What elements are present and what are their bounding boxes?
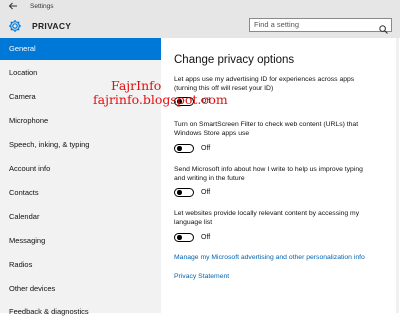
toggle-state-label: Off <box>201 145 211 152</box>
toggle-knob <box>177 190 182 195</box>
setting-typing-info-description: Send Microsoft info about how I write to… <box>174 165 396 183</box>
window-title: Settings <box>30 3 54 10</box>
setting-line: and writing in the future <box>174 175 245 182</box>
search-placeholder: Find a setting <box>254 20 300 29</box>
sidebar-item-contacts[interactable]: Contacts <box>0 182 161 204</box>
setting-advertising-id-description: Let apps use my advertising ID for exper… <box>174 75 396 93</box>
sidebar-item-general[interactable]: General <box>0 38 161 60</box>
sidebar-item-feedback[interactable]: Feedback & diagnostics <box>0 301 161 323</box>
watermark-url: fajrinfo.blogspot.com <box>93 92 228 107</box>
main-content: Change privacy options Let apps use my a… <box>161 38 400 313</box>
section-title: Change privacy options <box>174 54 295 66</box>
setting-line: Send Microsoft info about how I write to… <box>174 166 363 173</box>
sidebar-item-account-info[interactable]: Account info <box>0 158 161 180</box>
sidebar-item-messaging[interactable]: Messaging <box>0 230 161 252</box>
language-list-toggle[interactable] <box>174 233 194 242</box>
page-header: PRIVACY Find a setting <box>0 14 400 38</box>
search-input[interactable]: Find a setting <box>249 18 392 34</box>
setting-language-list-description: Let websites provide locally relevant co… <box>174 209 396 227</box>
setting-line: Turn on SmartScreen Filter to check web … <box>174 121 359 128</box>
back-arrow-icon[interactable] <box>8 1 20 12</box>
toggle-knob <box>177 146 182 151</box>
sidebar-item-calendar[interactable]: Calendar <box>0 206 161 228</box>
watermark-title: FajrInfo <box>111 78 162 93</box>
setting-line: Let websites provide locally relevant co… <box>174 210 360 217</box>
setting-smartscreen-description: Turn on SmartScreen Filter to check web … <box>174 120 396 138</box>
back-arrow-glyph <box>8 2 17 10</box>
gear-icon <box>8 19 22 33</box>
sidebar-item-microphone[interactable]: Microphone <box>0 110 161 132</box>
typing-info-toggle[interactable] <box>174 188 194 197</box>
setting-line: language list <box>174 219 213 226</box>
toggle-knob <box>177 235 182 240</box>
setting-line: Let apps use my advertising ID for exper… <box>174 76 355 83</box>
scrollbar[interactable] <box>396 38 399 313</box>
toggle-state-label: Off <box>201 189 211 196</box>
page-title: PRIVACY <box>32 21 72 31</box>
privacy-statement-link[interactable]: Privacy Statement <box>174 272 229 281</box>
sidebar-item-radios[interactable]: Radios <box>0 254 161 276</box>
search-icon[interactable] <box>379 21 388 34</box>
toggle-state-label: Off <box>201 234 211 241</box>
setting-line: Windows Store apps use <box>174 130 250 137</box>
smartscreen-toggle[interactable] <box>174 144 194 153</box>
sidebar-item-other-devices[interactable]: Other devices <box>0 278 161 300</box>
manage-advertising-link[interactable]: Manage my Microsoft advertising and othe… <box>174 253 365 262</box>
title-bar: Settings <box>0 0 400 14</box>
sidebar-item-speech[interactable]: Speech, inking, & typing <box>0 134 161 156</box>
